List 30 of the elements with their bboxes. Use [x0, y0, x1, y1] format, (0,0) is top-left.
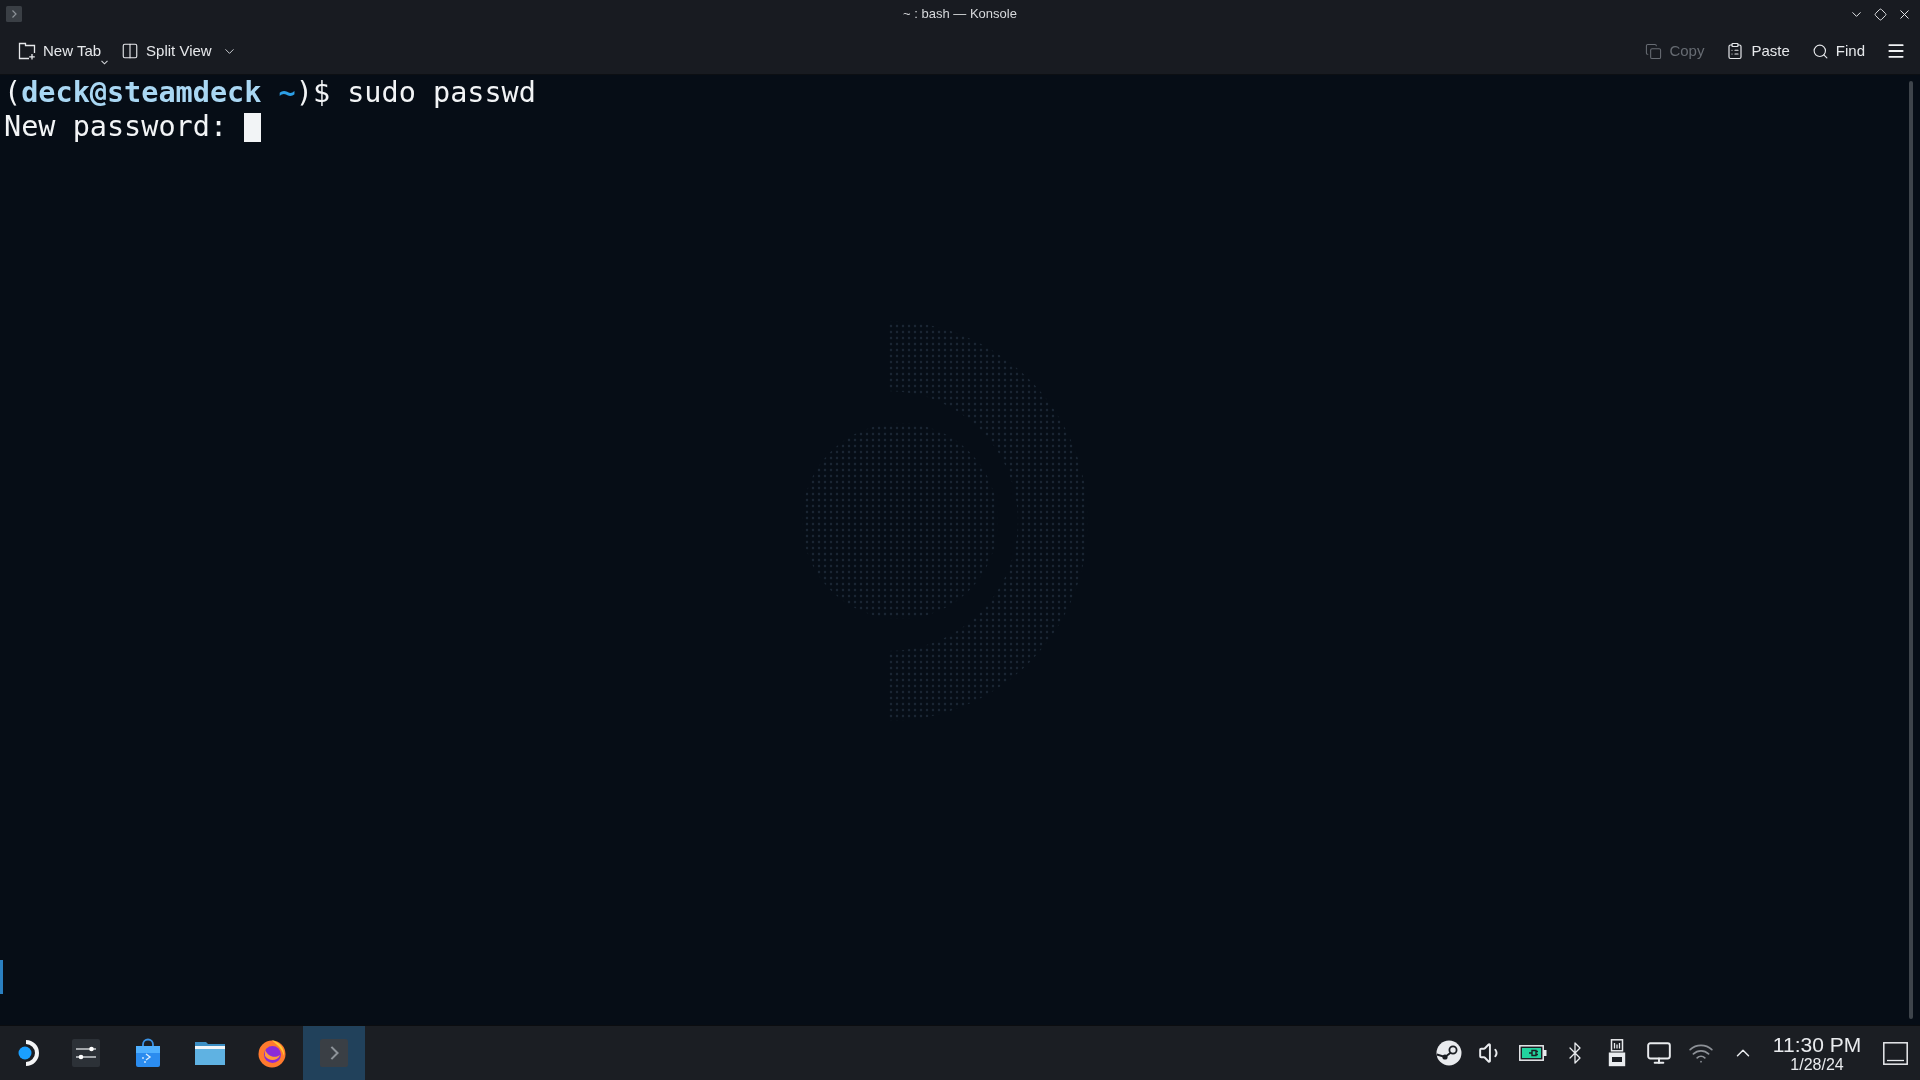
- menu-icon: [1886, 41, 1906, 61]
- terminal-line: New password:: [4, 110, 229, 144]
- ring-dot-icon: [16, 1039, 39, 1067]
- find-button[interactable]: Find: [1804, 35, 1872, 67]
- diamond-icon: [1873, 7, 1887, 21]
- search-icon: [1811, 42, 1829, 60]
- clipboard-icon: [1726, 42, 1745, 60]
- terminal-icon: [6, 6, 22, 22]
- usb-stick-icon: [1608, 1039, 1626, 1067]
- shopping-bag-icon: [135, 1038, 161, 1068]
- copy-icon: [1645, 42, 1663, 60]
- split-view-button[interactable]: Split View: [114, 35, 219, 67]
- split-columns-icon: [121, 42, 140, 60]
- battery-charging-icon: [1519, 1045, 1547, 1061]
- scrollbar-thumb[interactable]: [1909, 81, 1913, 1019]
- clock-button[interactable]: 11:30 PM 1/28/24: [1764, 1026, 1870, 1080]
- terminal-line: (deck@steamdeck ~)$ sudo passwd: [4, 76, 536, 110]
- terminal-icon: [320, 1039, 348, 1067]
- desktop-square-icon: [1882, 1041, 1908, 1065]
- flame-globe-icon: [257, 1038, 287, 1068]
- edge-indicator: [0, 960, 3, 994]
- window-title: ~ : bash — Konsole: [903, 5, 1017, 24]
- sliders-icon: [72, 1039, 100, 1067]
- folder-icon: [194, 1040, 226, 1066]
- steam-logo-icon: [1436, 1040, 1462, 1066]
- monitor-icon: [1646, 1040, 1672, 1066]
- new-tab-icon: [18, 42, 36, 60]
- new-tab-button[interactable]: New Tab: [11, 35, 109, 67]
- caret-icon: [101, 60, 109, 65]
- paste-button[interactable]: Paste: [1719, 35, 1797, 67]
